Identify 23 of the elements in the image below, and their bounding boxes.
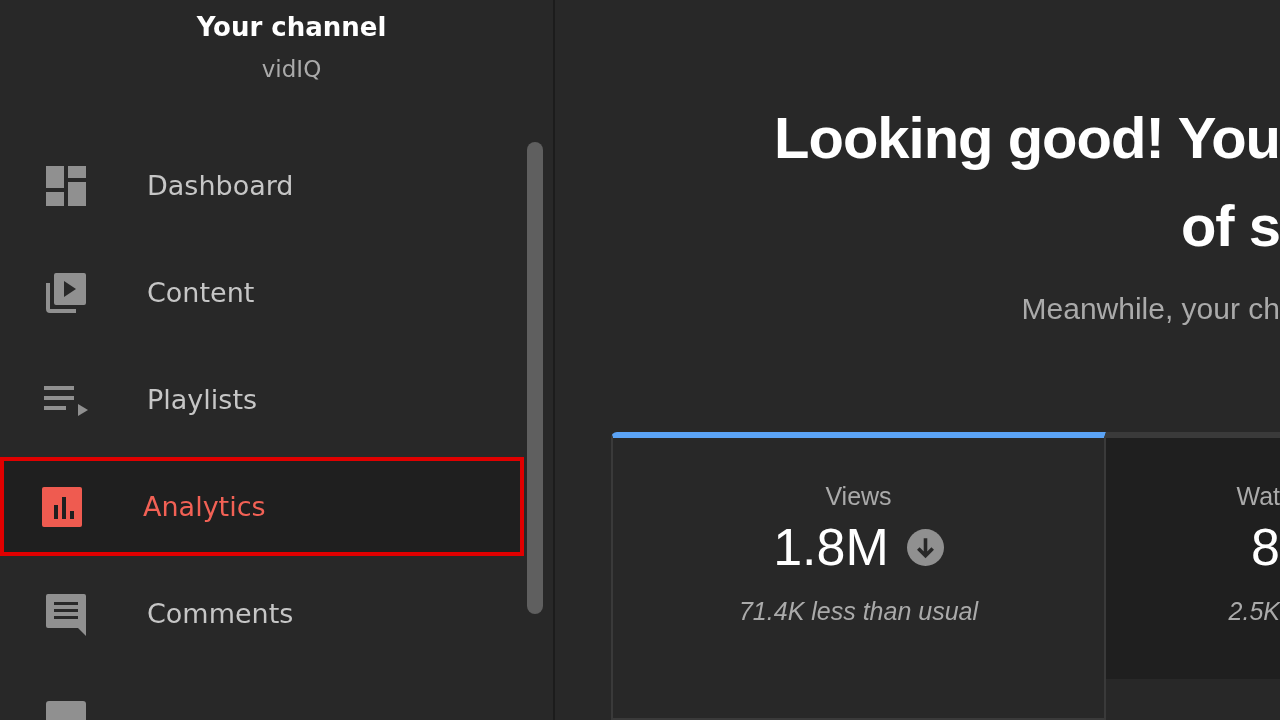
- metric-value: 8: [1251, 517, 1280, 577]
- metric-note: 71.4K less than usual: [738, 597, 979, 626]
- video-library-icon: [44, 270, 88, 315]
- subheading: Meanwhile, your ch: [1021, 292, 1280, 326]
- sidebar-item[interactable]: Playlists: [0, 346, 524, 453]
- comment-icon: [44, 591, 88, 636]
- channel-name: vidIQ: [261, 56, 322, 82]
- scrollbar-thumb[interactable]: [527, 142, 543, 614]
- bar-chart-icon: [40, 484, 84, 529]
- sidebar-item[interactable]: Dashboard: [0, 132, 524, 239]
- metric-note: 2.5K: [1228, 597, 1280, 626]
- metric-label: Wat: [1236, 482, 1280, 511]
- metric-card[interactable]: Wat 8 2.5K: [1106, 432, 1280, 679]
- metric-value: 1.8M: [773, 517, 889, 577]
- dashboard-icon: [44, 163, 88, 208]
- metric-card[interactable]: Views 1.8M 71.4K less than usual: [611, 432, 1106, 720]
- sidebar-item[interactable]: Analytics: [0, 457, 524, 556]
- headline: of s: [1180, 192, 1280, 260]
- sidebar-item[interactable]: Comments: [0, 560, 524, 667]
- metric-label: Views: [825, 482, 892, 511]
- channel-title: Your channel: [196, 12, 387, 42]
- headline: Looking good! You: [774, 104, 1280, 172]
- sidebar-item[interactable]: Content: [0, 239, 524, 346]
